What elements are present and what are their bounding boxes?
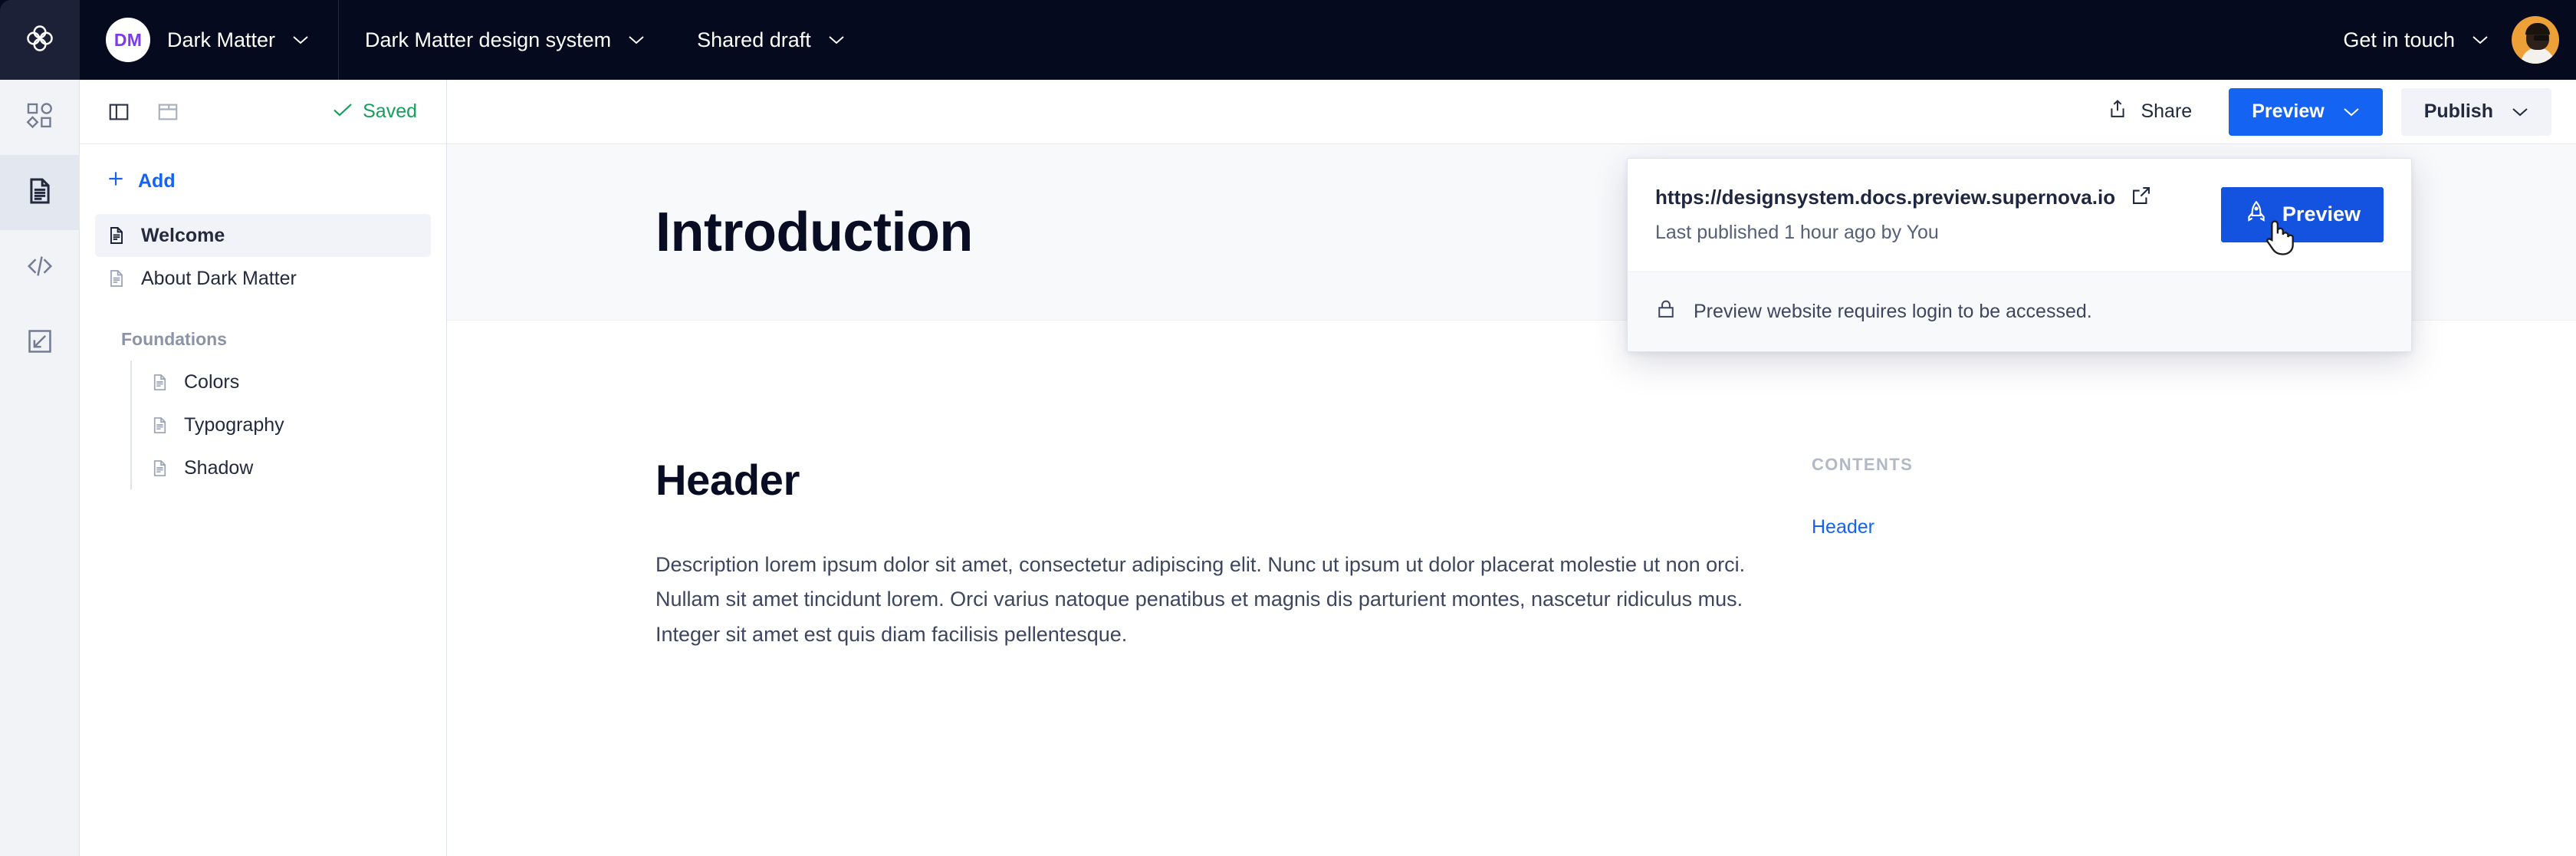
workspace-switcher[interactable]: DM Dark Matter <box>80 0 340 80</box>
page-icon <box>106 268 127 289</box>
chevron-down-icon <box>628 35 645 45</box>
sidebar-item-label: Shadow <box>184 456 254 479</box>
popover-notice: Preview website requires login to be acc… <box>1628 272 2411 351</box>
contents-link-header[interactable]: Header <box>1812 516 1913 538</box>
external-link-icon[interactable] <box>2131 185 2152 210</box>
sidebar-group-label: Foundations <box>121 329 227 349</box>
avatar[interactable] <box>2512 16 2559 64</box>
avatar-glasses <box>2534 35 2548 41</box>
contents-title: CONTENTS <box>1812 455 1914 474</box>
top-bar: DM Dark Matter Dark Matter design system… <box>0 0 2576 80</box>
sidebar-group-children: Colors Typography Shadow <box>130 361 431 489</box>
sidebar-item-label: Welcome <box>141 224 225 246</box>
save-status: Saved <box>333 100 420 123</box>
document-icon <box>25 176 54 209</box>
last-published-text: Last published 1 hour ago by You <box>1655 222 1939 243</box>
publish-label: Publish <box>2423 100 2493 122</box>
supernova-logo-icon <box>23 21 57 59</box>
design-system-name: Dark Matter design system <box>365 28 612 51</box>
chevron-down-icon <box>2512 107 2528 117</box>
page-icon <box>149 457 170 479</box>
popover-preview-label: Preview <box>2282 202 2361 226</box>
page-icon <box>106 225 127 246</box>
sidebar-item-about-dark-matter[interactable]: About Dark Matter <box>95 257 431 300</box>
popover-top-section: https://designsystem.docs.preview.supern… <box>1628 159 2411 272</box>
popover-preview-button[interactable]: Preview <box>2220 186 2384 255</box>
left-icon-rail <box>0 80 80 856</box>
page-icon <box>149 414 170 436</box>
chevron-down-icon <box>292 35 309 45</box>
chevron-down-icon <box>828 35 845 45</box>
sidebar-item-colors[interactable]: Colors <box>132 361 431 403</box>
avatar-body <box>2521 48 2555 64</box>
lock-icon <box>1655 298 1677 325</box>
chevron-down-icon <box>2472 35 2489 45</box>
sidebar-item-typography[interactable]: Typography <box>132 403 431 446</box>
sidebar-item-welcome[interactable]: Welcome <box>95 214 431 257</box>
preview-label: Preview <box>2252 100 2325 122</box>
code-brackets-icon <box>25 252 54 285</box>
chevron-down-icon <box>2343 107 2360 117</box>
popover-info: https://designsystem.docs.preview.supern… <box>1655 185 2221 244</box>
avatar-hair <box>2525 23 2550 35</box>
document-body: Header Description lorem ipsum dolor sit… <box>447 321 2576 652</box>
app-root: DM Dark Matter Dark Matter design system… <box>0 0 2576 856</box>
check-icon <box>333 100 353 123</box>
add-page-button[interactable]: Add <box>80 144 446 214</box>
plus-icon <box>106 169 126 194</box>
panel-left-icon[interactable] <box>106 99 132 125</box>
rail-item-components[interactable] <box>0 80 80 155</box>
popover-url-row[interactable]: https://designsystem.docs.preview.supern… <box>1655 185 2221 210</box>
page-icon <box>149 371 170 393</box>
import-arrow-icon <box>25 327 54 360</box>
workspace-avatar: DM <box>106 18 150 62</box>
rail-item-import-export[interactable] <box>0 305 80 380</box>
popover-notice-text: Preview website requires login to be acc… <box>1694 301 2092 322</box>
design-system-switcher[interactable]: Dark Matter design system <box>339 0 671 80</box>
preview-button[interactable]: Preview <box>2229 87 2383 136</box>
preview-url: https://designsystem.docs.preview.supern… <box>1655 186 2116 209</box>
add-page-label: Add <box>138 170 176 192</box>
panel-top-icon[interactable] <box>155 99 181 125</box>
page-title: Introduction <box>656 201 973 263</box>
rocket-icon <box>2244 199 2269 229</box>
sidebar-item-label: About Dark Matter <box>141 267 297 289</box>
publish-button[interactable]: Publish <box>2400 87 2551 136</box>
version-switcher[interactable]: Shared draft <box>671 0 871 80</box>
sidebar-item-label: Colors <box>184 370 240 393</box>
share-button[interactable]: Share <box>2081 91 2218 133</box>
table-of-contents: CONTENTS Header <box>1781 321 1913 652</box>
section-heading: Header <box>656 456 800 504</box>
sidebar-item-label: Typography <box>184 413 284 436</box>
sidebar-item-shadow[interactable]: Shadow <box>132 446 431 489</box>
get-in-touch-label: Get in touch <box>2343 28 2455 51</box>
save-status-label: Saved <box>363 100 417 122</box>
rail-item-documentation[interactable] <box>0 155 80 230</box>
page-tree: Welcome About Dark Matter Foundations Co… <box>80 214 446 489</box>
editor-toolbar: Share Preview Publish <box>447 80 2576 144</box>
page-sidebar: Saved Add Welcome About Dark Matter Foun… <box>80 80 447 856</box>
workspace-name: Dark Matter <box>167 28 276 51</box>
section-paragraph: Description lorem ipsum dolor sit amet, … <box>656 553 1746 646</box>
shapes-icon <box>25 101 54 134</box>
rail-item-code[interactable] <box>0 230 80 305</box>
share-label: Share <box>2141 100 2193 122</box>
version-name: Shared draft <box>697 28 811 51</box>
app-logo-button[interactable] <box>0 0 80 80</box>
share-upload-icon <box>2107 98 2128 125</box>
preview-popover: https://designsystem.docs.preview.supern… <box>1627 158 2412 352</box>
document-column: Header Description lorem ipsum dolor sit… <box>447 321 1781 652</box>
get-in-touch-menu[interactable]: Get in touch <box>2343 0 2512 80</box>
sidebar-toolbar: Saved <box>80 80 446 144</box>
top-bar-spacer <box>871 0 2344 80</box>
